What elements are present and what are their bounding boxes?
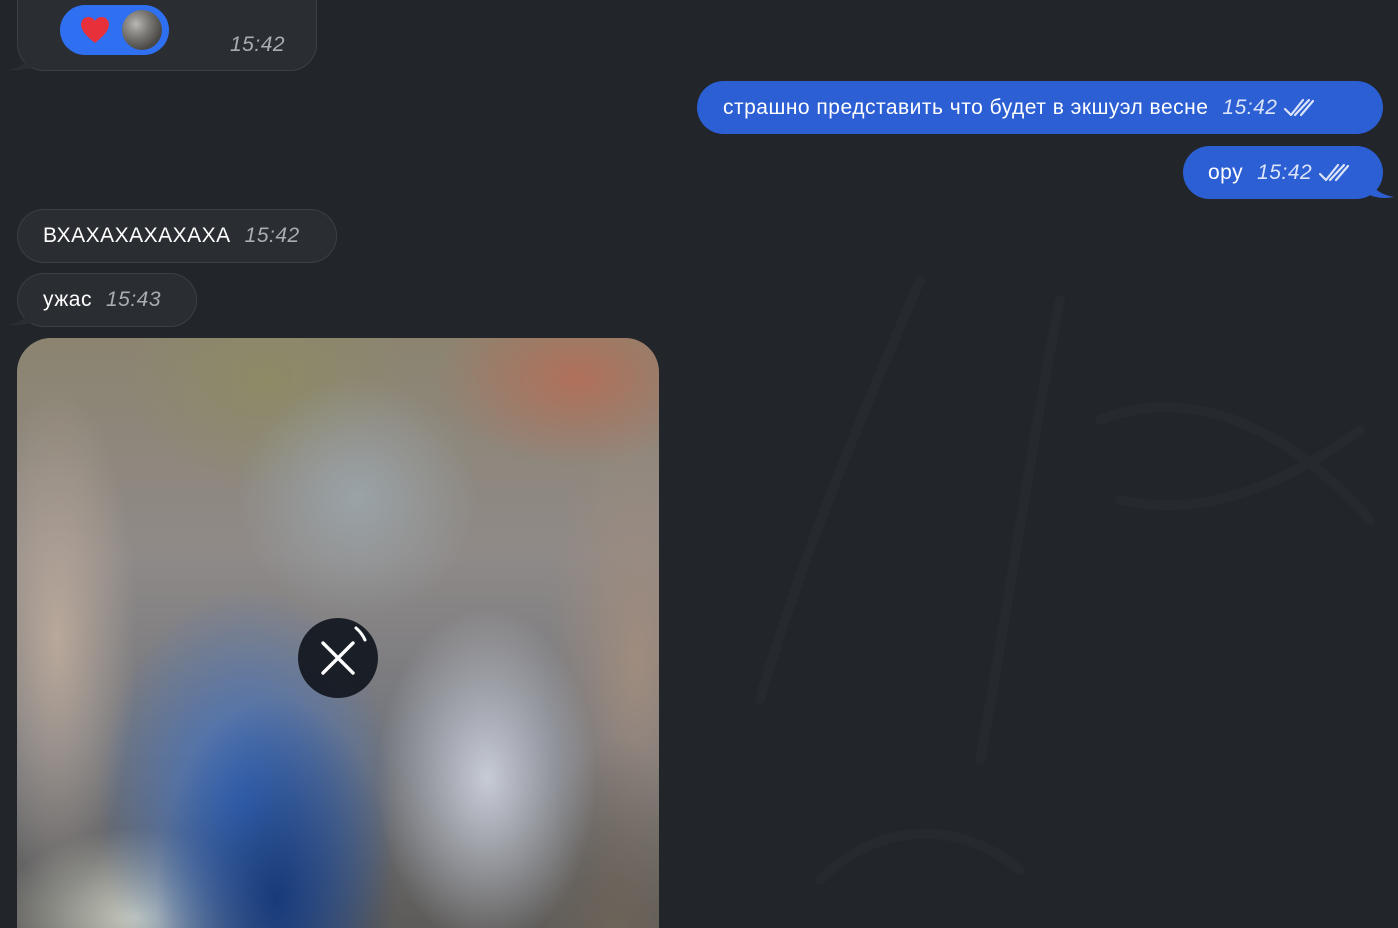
progress-arc — [354, 626, 367, 642]
message-text: ВХАХАХАХАХАХА — [43, 224, 231, 247]
message-time: 15:43 — [105, 288, 162, 311]
heart-icon — [81, 17, 109, 43]
incoming-message-bubble[interactable]: ВХАХАХАХАХАХА 15:42 — [17, 209, 337, 263]
reaction-pill[interactable] — [60, 5, 169, 55]
outgoing-message-bubble[interactable]: ору 15:42 — [1183, 146, 1383, 199]
message-time: 15:42 — [1257, 160, 1313, 184]
cancel-download-button[interactable] — [298, 618, 378, 698]
double-check-icon — [1319, 163, 1350, 181]
message-time: 15:42 — [244, 224, 300, 247]
close-icon — [321, 626, 367, 675]
message-text: ужас — [43, 288, 92, 311]
incoming-message-bubble[interactable]: 15:42 — [17, 0, 317, 71]
double-check-icon — [1284, 98, 1315, 116]
incoming-message-bubble[interactable]: ужас 15:43 — [17, 273, 197, 327]
message-text: страшно представить что будет в экшуэл в… — [723, 95, 1209, 119]
bubble-tail — [1366, 176, 1394, 198]
chat-view: 15:42 страшно представить что будет в эк… — [0, 0, 1398, 928]
outgoing-message-bubble[interactable]: страшно представить что будет в экшуэл в… — [697, 81, 1383, 134]
reaction-avatar — [122, 10, 162, 50]
message-time: 15:42 — [230, 33, 286, 56]
message-text: ору — [1208, 160, 1244, 184]
message-time: 15:42 — [1222, 95, 1278, 119]
bubble-tail — [7, 305, 35, 326]
bubble-tail — [7, 50, 35, 71]
